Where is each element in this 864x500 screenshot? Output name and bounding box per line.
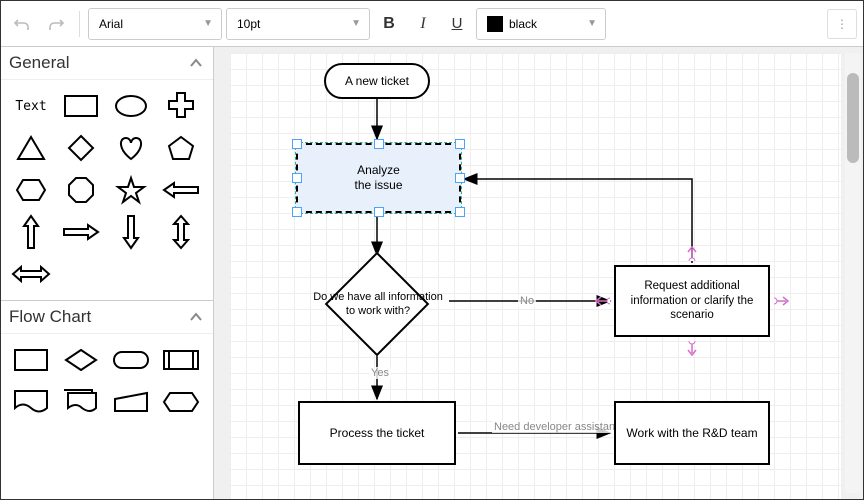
node-start[interactable]: A new ticket [324, 63, 430, 99]
shape-heart[interactable] [109, 130, 153, 166]
font-size-value: 10pt [237, 17, 260, 31]
chevron-up-icon [189, 307, 203, 327]
vertical-scrollbar[interactable] [845, 53, 861, 493]
text-color-select[interactable]: black ▼ [476, 8, 606, 40]
section-general[interactable]: General [1, 47, 213, 80]
bold-button[interactable]: B [374, 9, 404, 39]
node-process[interactable]: Process the ticket [298, 401, 456, 465]
shape-triangle[interactable] [9, 130, 53, 166]
selection-handle[interactable] [374, 207, 384, 217]
main: General Text Flow Chart [1, 47, 863, 499]
node-label: Request additional information or clarif… [620, 279, 764, 322]
edge-label-no: No [518, 295, 536, 307]
shape-pentagon[interactable] [159, 130, 203, 166]
shape-process[interactable] [9, 342, 53, 378]
shape-cross[interactable] [159, 88, 203, 124]
shape-hexagon[interactable] [9, 172, 53, 208]
italic-button[interactable]: I [408, 9, 438, 39]
separator [79, 11, 80, 37]
node-decision-info[interactable]: Do we have all information to work with? [308, 255, 448, 355]
shape-arrow-up[interactable] [9, 214, 53, 250]
italic-icon: I [420, 15, 425, 33]
bold-icon: B [383, 15, 395, 33]
shape-arrow-updown[interactable] [159, 214, 203, 250]
caret-down-icon: ▼ [351, 18, 361, 29]
shape-preparation[interactable] [159, 384, 203, 420]
node-label: Do we have all information to work with? [313, 291, 443, 319]
selection-handle[interactable] [292, 139, 302, 149]
font-family-select[interactable]: Arial ▼ [88, 8, 222, 40]
shape-sidebar: General Text Flow Chart [1, 47, 214, 499]
shape-ellipse[interactable] [109, 88, 153, 124]
node-request[interactable]: Request additional information or clarif… [614, 265, 770, 337]
more-menu-button[interactable]: ⋮ [827, 9, 857, 39]
selection-handle[interactable] [292, 173, 302, 183]
shape-star[interactable] [109, 172, 153, 208]
shape-manual-input[interactable] [109, 384, 153, 420]
caret-down-icon: ▼ [203, 18, 213, 29]
diagram-canvas[interactable]: A new ticket Analyze the issue Do we hav… [230, 53, 841, 499]
vertical-dots-icon: ⋮ [836, 17, 848, 31]
selection-handle[interactable] [455, 173, 465, 183]
redo-button[interactable] [41, 9, 71, 39]
selection-handle[interactable] [292, 207, 302, 217]
shape-octagon[interactable] [59, 172, 103, 208]
shape-rectangle[interactable] [59, 88, 103, 124]
shape-arrow-leftright[interactable] [9, 256, 53, 292]
underline-button[interactable]: U [442, 9, 472, 39]
chevron-up-icon [189, 53, 203, 73]
shape-predefined[interactable] [159, 342, 203, 378]
font-size-select[interactable]: 10pt ▼ [226, 8, 370, 40]
selection-handle[interactable] [455, 139, 465, 149]
connection-handle-left[interactable] [592, 295, 610, 310]
connection-handle-down[interactable] [686, 341, 698, 362]
shape-document[interactable] [9, 384, 53, 420]
section-title: Flow Chart [9, 307, 91, 327]
section-title: General [9, 53, 69, 73]
node-label: Work with the R&D team [626, 426, 757, 441]
canvas-area: A new ticket Analyze the issue Do we hav… [214, 47, 863, 499]
shape-text[interactable]: Text [9, 88, 53, 124]
node-analyze[interactable]: Analyze the issue [296, 143, 461, 213]
shape-arrow-right[interactable] [59, 214, 103, 250]
shape-decision[interactable] [59, 342, 103, 378]
selection-handle[interactable] [455, 207, 465, 217]
section-flowchart[interactable]: Flow Chart [1, 300, 213, 334]
node-label: Analyze the issue [354, 163, 402, 193]
color-label: black [509, 17, 537, 31]
selection-handle[interactable] [374, 139, 384, 149]
underline-icon: U [452, 15, 463, 32]
node-rnd[interactable]: Work with the R&D team [614, 401, 770, 465]
connection-handle-up[interactable] [686, 243, 698, 264]
color-swatch [487, 16, 503, 32]
shape-arrow-left[interactable] [159, 172, 203, 208]
shape-terminator[interactable] [109, 342, 153, 378]
toolbar: Arial ▼ 10pt ▼ B I U black ▼ ⋮ [1, 1, 863, 47]
scrollbar-thumb[interactable] [847, 73, 859, 163]
caret-down-icon: ▼ [587, 18, 597, 29]
general-shapes-grid: Text [1, 80, 213, 300]
shape-arrow-down[interactable] [109, 214, 153, 250]
font-family-value: Arial [99, 17, 123, 31]
connection-handle-right[interactable] [774, 295, 792, 310]
node-label: A new ticket [345, 74, 409, 89]
undo-button[interactable] [7, 9, 37, 39]
shape-diamond[interactable] [59, 130, 103, 166]
shape-multidoc[interactable] [59, 384, 103, 420]
node-label: Process the ticket [330, 426, 425, 441]
edge-label-yes: Yes [369, 367, 391, 379]
flowchart-shapes-grid [1, 334, 213, 428]
